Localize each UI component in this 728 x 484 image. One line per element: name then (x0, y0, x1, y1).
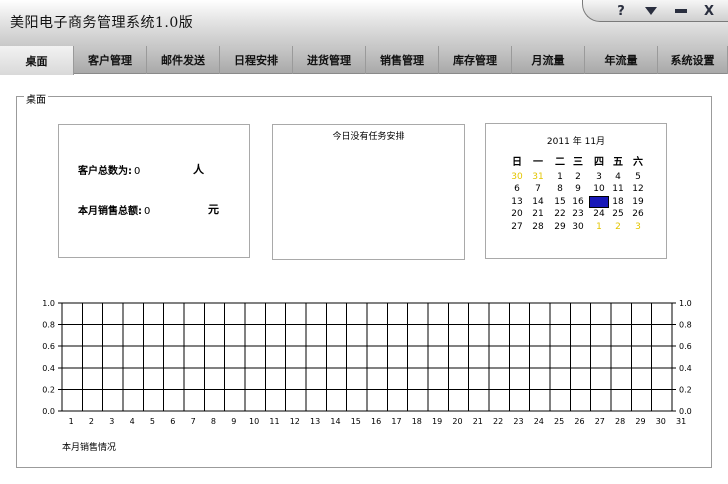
chart-y-tick-label-left: 0.8 (42, 321, 55, 330)
chart-x-tick-label: 16 (371, 417, 381, 426)
chart-x-tick-label: 20 (452, 417, 462, 426)
chart-x-tick-label: 28 (615, 417, 625, 426)
chart-y-tick-label-left: 0.6 (42, 342, 55, 351)
chart-x-tick-label: 17 (391, 417, 401, 426)
chart-x-tick-label: 25 (554, 417, 564, 426)
chart-caption: 本月销售情况 (62, 443, 117, 453)
chart-y-tick-label-left: 0.2 (42, 385, 55, 394)
chart-x-tick-label: 30 (656, 417, 666, 426)
chart-y-tick-label-left: 1.0 (42, 299, 55, 308)
chart-y-tick-label-right: 0.2 (679, 385, 692, 394)
chart-x-tick-label: 13 (310, 417, 320, 426)
chart-x-tick-label: 31 (676, 417, 686, 426)
chart-y-tick-label-left: 0.0 (42, 407, 55, 416)
chart-y-tick-label-right: 1.0 (679, 299, 692, 308)
chart-y-tick-label-left: 0.4 (42, 364, 55, 373)
chart-y-tick-label-right: 0.0 (679, 407, 692, 416)
chart-x-tick-label: 2 (89, 417, 94, 426)
chart-x-tick-label: 26 (574, 417, 584, 426)
chart-x-tick-label: 19 (432, 417, 442, 426)
chart-x-tick-label: 4 (130, 417, 135, 426)
chart-x-tick-label: 15 (351, 417, 361, 426)
chart-x-tick-label: 6 (170, 417, 175, 426)
monthly-sales-chart: 0.0 0.00.2 0.20.4 0.40.6 0.60.8 0.81.0 1.01 2 3 4… (42, 299, 692, 426)
chart-y-tick-label-right: 0.6 (679, 342, 692, 351)
chart-x-tick-label: 14 (330, 417, 340, 426)
chart-x-tick-label: 12 (290, 417, 300, 426)
chart-x-tick-label: 10 (249, 417, 259, 426)
chart-x-tick-label: 23 (513, 417, 523, 426)
chart-x-tick-label: 24 (534, 417, 544, 426)
chart-x-tick-label: 1 (69, 417, 74, 426)
chart-y-tick-label-right: 0.8 (679, 321, 692, 330)
chart-x-tick-label: 27 (595, 417, 605, 426)
chart-x-tick-label: 8 (211, 417, 216, 426)
chart-x-tick-label: 22 (493, 417, 503, 426)
chart-x-tick-label: 3 (109, 417, 114, 426)
chart-y-tick-label-right: 0.4 (679, 364, 692, 373)
chart-x-tick-label: 9 (231, 417, 236, 426)
chart-x-tick-label: 18 (412, 417, 422, 426)
chart-x-tick-label: 21 (473, 417, 483, 426)
chart-x-tick-label: 11 (269, 417, 279, 426)
chart-x-tick-label: 7 (191, 417, 196, 426)
chart-x-tick-label: 5 (150, 417, 155, 426)
chart-x-tick-label: 29 (635, 417, 645, 426)
